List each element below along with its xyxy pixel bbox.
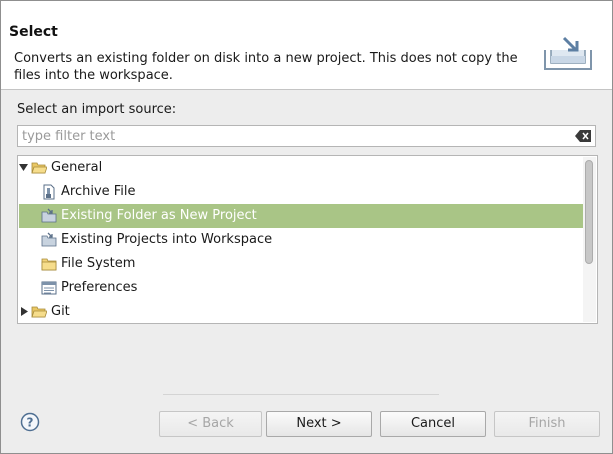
cancel-button[interactable]: Cancel	[380, 411, 486, 437]
tree-item-label: Archive File	[61, 184, 136, 199]
scrollbar-thumb[interactable]	[585, 160, 593, 264]
clear-filter-icon[interactable]	[575, 130, 591, 142]
import-wizard-dialog: Select Converts an existing folder on di…	[0, 0, 613, 454]
help-icon[interactable]: ?	[20, 412, 40, 432]
finish-button[interactable]: Finish	[494, 411, 600, 437]
tree-item-archive-file[interactable]: Archive File	[19, 180, 584, 204]
next-button[interactable]: Next >	[266, 411, 372, 437]
tree-item-label: File System	[61, 256, 136, 271]
collapsed-arrow-icon[interactable]	[20, 307, 29, 316]
import-wizard-icon	[544, 36, 592, 70]
tree-item-git[interactable]: Git	[19, 300, 584, 323]
tree-item-file-system[interactable]: File System	[19, 252, 584, 276]
expanded-arrow-icon[interactable]	[19, 163, 28, 172]
filter-box	[17, 125, 596, 147]
tree-item-general[interactable]: General	[19, 156, 584, 180]
page-description: Converts an existing folder on disk into…	[14, 51, 518, 83]
folder-open-icon	[31, 306, 47, 318]
import-source-label: Select an import source:	[17, 102, 177, 117]
project-import-icon	[41, 232, 57, 247]
tree-item-label: Git	[51, 304, 70, 319]
wizard-header: Select Converts an existing folder on di…	[1, 1, 612, 90]
preferences-icon	[41, 281, 57, 295]
tree-item-label: Preferences	[61, 280, 138, 295]
filter-input[interactable]	[22, 128, 562, 144]
tree-item-existing-folder-as-new-project[interactable]: Existing Folder as New Project	[19, 204, 584, 228]
tree-item-preferences[interactable]: Preferences	[19, 276, 584, 300]
archive-file-icon	[43, 184, 55, 200]
page-title: Select	[9, 24, 58, 40]
tree-item-existing-projects-into-workspace[interactable]: Existing Projects into Workspace	[19, 228, 584, 252]
button-bar-separator	[163, 394, 439, 395]
back-button[interactable]: < Back	[159, 411, 262, 437]
tree-scrollbar[interactable]	[583, 157, 596, 322]
folder-icon	[41, 258, 57, 271]
tree-item-label: Existing Projects into Workspace	[61, 232, 273, 247]
tree-item-label: General	[51, 160, 103, 175]
tree-item-label: Existing Folder as New Project	[61, 208, 257, 223]
import-source-tree[interactable]: General Archive File Existing Folder as …	[17, 155, 598, 324]
folder-open-icon	[31, 162, 47, 174]
project-import-icon	[41, 208, 57, 223]
svg-text:?: ?	[27, 416, 34, 430]
